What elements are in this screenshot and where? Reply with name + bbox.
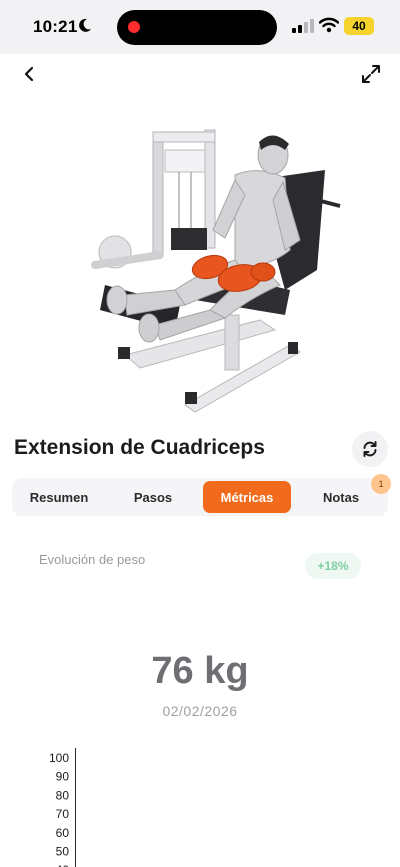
tab-metricas[interactable]: Métricas [203, 481, 291, 513]
tab-resumen[interactable]: Resumen [15, 481, 103, 513]
back-chevron-icon[interactable] [18, 62, 42, 86]
recording-indicator [128, 21, 140, 33]
change-badge: +18% [305, 553, 361, 579]
expand-icon[interactable] [359, 62, 383, 86]
battery-level: 40 [352, 19, 366, 33]
exercise-title: Extension de Cuadriceps [14, 436, 265, 459]
current-date: 02/02/2026 [162, 703, 238, 719]
y-tick-label: 90 [56, 770, 70, 784]
refresh-button[interactable] [352, 431, 388, 467]
notas-count-badge: 1 [371, 474, 391, 494]
status-bar: 10:21 40 [0, 0, 400, 54]
y-tick-label: 60 [56, 826, 70, 840]
tab-pasos[interactable]: Pasos [109, 481, 197, 513]
status-time: 10:21 [33, 17, 78, 36]
y-tick-label: 100 [49, 751, 69, 765]
dynamic-island [117, 10, 277, 45]
y-tick-label: 40 [56, 863, 70, 867]
y-tick-label: 50 [56, 845, 70, 859]
battery-indicator: 40 [344, 17, 374, 35]
exercise-illustration [91, 129, 341, 413]
refresh-icon [363, 441, 377, 457]
moon-icon [79, 18, 91, 32]
y-tick-label: 70 [56, 807, 70, 821]
y-tick-label: 80 [56, 788, 70, 802]
current-weight: 76 kg [151, 650, 249, 692]
wifi-icon [319, 17, 339, 33]
metric-label: Evolución de peso [39, 552, 146, 567]
tab-bar: Resumen Pasos Métricas Notas [12, 478, 388, 516]
weight-chart: 100 90 80 70 60 50 40 [49, 748, 76, 867]
signal-icon [292, 19, 314, 33]
